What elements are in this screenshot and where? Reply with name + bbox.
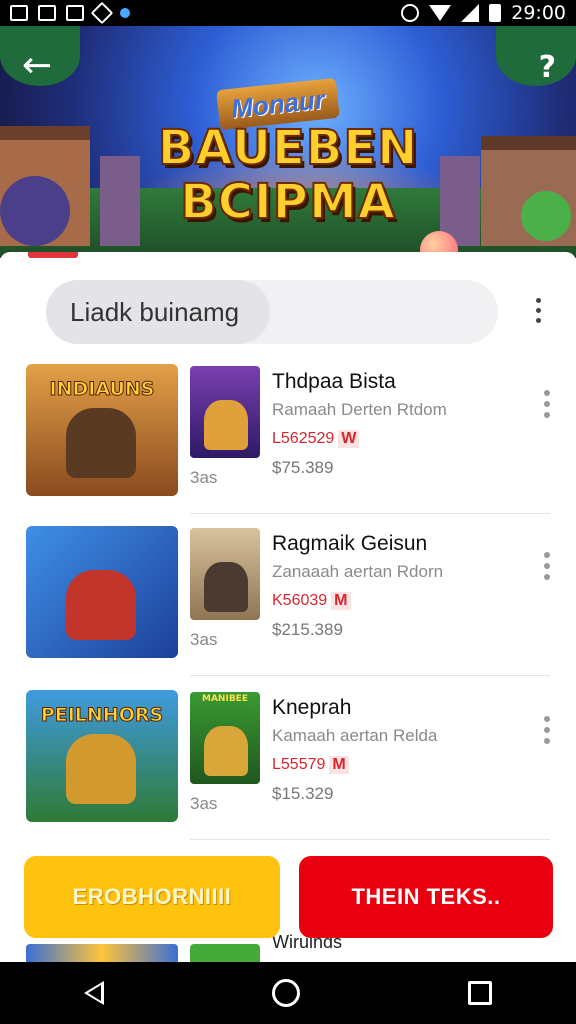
item-meta: 3as: [190, 794, 218, 813]
nav-recents-icon[interactable]: [468, 981, 492, 1005]
item-thumbnail[interactable]: [26, 526, 178, 658]
wifi-icon: [429, 5, 452, 21]
item-code: L55579 M: [272, 756, 349, 774]
content-sheet: Liadk buinamg INDIAUNS 3as Thdpaa Bista …: [0, 252, 576, 962]
list-item[interactable]: PEILNHORS MANIBEE 3as Kneprah Kamaah aer…: [0, 690, 576, 840]
signal-icon: [461, 4, 480, 22]
item-meta: 3as: [190, 468, 218, 487]
item-subtitle: Zanaaah aertan Rdorn: [272, 562, 444, 581]
primary-action-button[interactable]: EROBHORNIIII: [24, 856, 280, 938]
battery-icon: [489, 4, 502, 22]
item-thumbnail-small[interactable]: [190, 366, 260, 458]
item-code: L562529 W: [272, 430, 360, 448]
item-code-badge: M: [329, 756, 349, 774]
tag-icon: [90, 1, 114, 25]
item-price: $15.329: [272, 784, 334, 803]
status-bar: 29:00: [0, 0, 576, 26]
nav-home-icon[interactable]: [272, 979, 300, 1007]
status-time: 29:00: [511, 2, 566, 24]
next-item-thumbnail-small-peek: [190, 944, 260, 962]
item-name[interactable]: Ragmaik Geisun: [272, 532, 427, 556]
item-name[interactable]: Kneprah: [272, 696, 351, 720]
item-name[interactable]: Thdpaa Bista: [272, 370, 396, 394]
back-arrow-icon[interactable]: ←: [22, 48, 52, 84]
item-thumbnail[interactable]: PEILNHORS: [26, 690, 178, 822]
navigation-bar: [0, 962, 576, 1024]
item-code-badge: W: [338, 430, 360, 448]
next-item-thumbnail-peek: [26, 944, 178, 962]
item-more-icon[interactable]: [541, 552, 553, 580]
list-item[interactable]: 3as Ragmaik Geisun Zanaaah aertan Rdorn …: [0, 526, 576, 676]
hero-title-line1: BAUEBEN: [157, 119, 419, 177]
item-price: $75.389: [272, 458, 334, 477]
item-code-badge: M: [331, 592, 351, 610]
item-thumbnail[interactable]: INDIAUNS: [26, 364, 178, 496]
item-more-icon[interactable]: [541, 390, 553, 418]
item-price: $215.389: [272, 620, 343, 639]
sheet-accent: [28, 252, 78, 258]
image-icon: [38, 5, 56, 21]
item-code: K56039 M: [272, 592, 351, 610]
more-options-icon[interactable]: [532, 298, 544, 323]
bookmark-icon: [66, 5, 84, 21]
hero-title-line2: BCIPMA: [179, 173, 396, 231]
item-thumbnail-small[interactable]: MANIBEE: [190, 692, 260, 784]
item-subtitle: Ramaah Derten Rtdom: [272, 400, 447, 419]
help-icon[interactable]: ?: [539, 50, 556, 85]
status-notifications: [10, 1, 130, 25]
item-thumbnail-small[interactable]: [190, 528, 260, 620]
nav-back-icon[interactable]: [84, 981, 104, 1005]
status-system: 29:00: [401, 2, 566, 24]
item-subtitle: Kamaah aertan Relda: [272, 726, 438, 745]
alarm-icon: [401, 4, 420, 22]
list-item[interactable]: INDIAUNS 3as Thdpaa Bista Ramaah Derten …: [0, 364, 576, 514]
secondary-action-button[interactable]: THEIN TEKS..: [299, 856, 553, 938]
item-meta: 3as: [190, 630, 218, 649]
dot-icon: [120, 8, 130, 18]
search-bar[interactable]: Liadk buinamg: [46, 280, 498, 344]
hero-banner: Monaur BAUEBEN BCIPMA ← ?: [0, 26, 576, 258]
x-icon: [10, 5, 28, 21]
item-more-icon[interactable]: [541, 716, 553, 744]
search-chip[interactable]: Liadk buinamg: [46, 280, 270, 344]
